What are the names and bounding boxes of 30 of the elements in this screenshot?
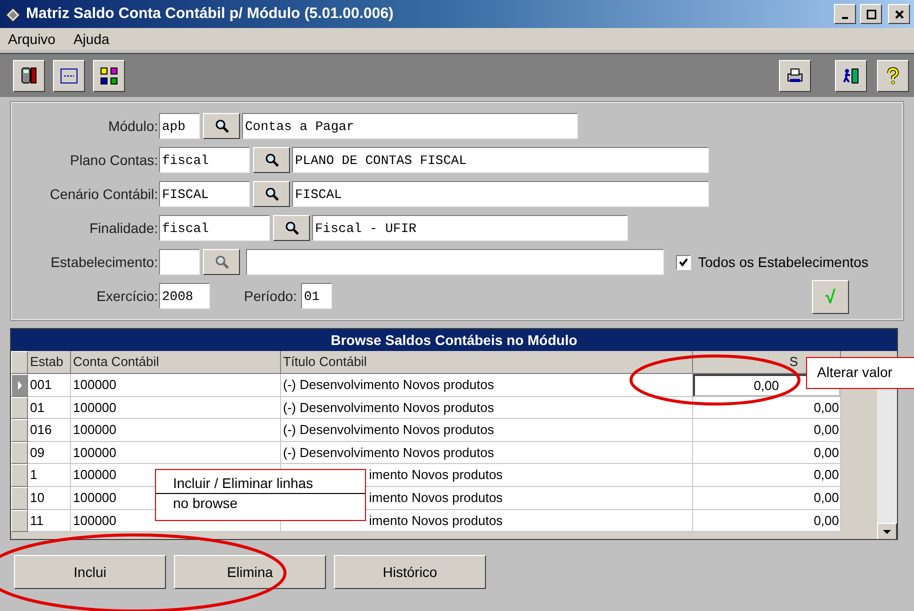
table-cell: 01 [28, 396, 71, 420]
table-cell: 100000 [71, 396, 281, 420]
table-cell: (-) Desenvolvimento Novos produtos [281, 442, 693, 464]
table-cell: (-) Desenvolvimento Novos produtos [281, 374, 693, 397]
table-cell: 100000 [71, 442, 281, 464]
table-cell: (-) Desenvolvimento Novos produtos [281, 396, 693, 420]
field-label: Exercício: [96, 286, 159, 306]
field-label: Período: [244, 286, 298, 306]
field-label: Módulo: [107, 116, 159, 136]
table-cell: 0,00 [693, 442, 841, 464]
table-cell: 100000 [71, 419, 281, 442]
field-label: Cenário Contábil: [48, 184, 159, 204]
checkbox-label: Todos os Estabelecimentos [698, 252, 868, 272]
table-cell: 11 [28, 510, 71, 532]
field-label: Plano Contas: [69, 150, 159, 170]
table-cell: 0,00 [693, 486, 841, 510]
table-cell: 09 [28, 442, 71, 464]
table-cell: 100000 [71, 374, 281, 397]
grid-title: Browse Saldos Contábeis no Módulo [11, 329, 897, 351]
table-cell: 0,00 [693, 510, 841, 532]
table-cell: 10 [28, 486, 71, 510]
table-cell: 0,00 [693, 419, 841, 442]
table-cell: 0,00 [693, 464, 841, 487]
table-cell: 001 [28, 374, 71, 397]
field-label: Finalidade: [88, 218, 159, 238]
window-title: Matriz Saldo Conta Contábil p/ Módulo (5.01.00.006) [26, 4, 394, 24]
field-label: Estabelecimento: [50, 252, 159, 272]
table-cell: (-) Desenvolvimento Novos produtos [281, 419, 693, 442]
table-cell: 016 [28, 419, 71, 442]
table-cell: 1 [28, 464, 71, 487]
